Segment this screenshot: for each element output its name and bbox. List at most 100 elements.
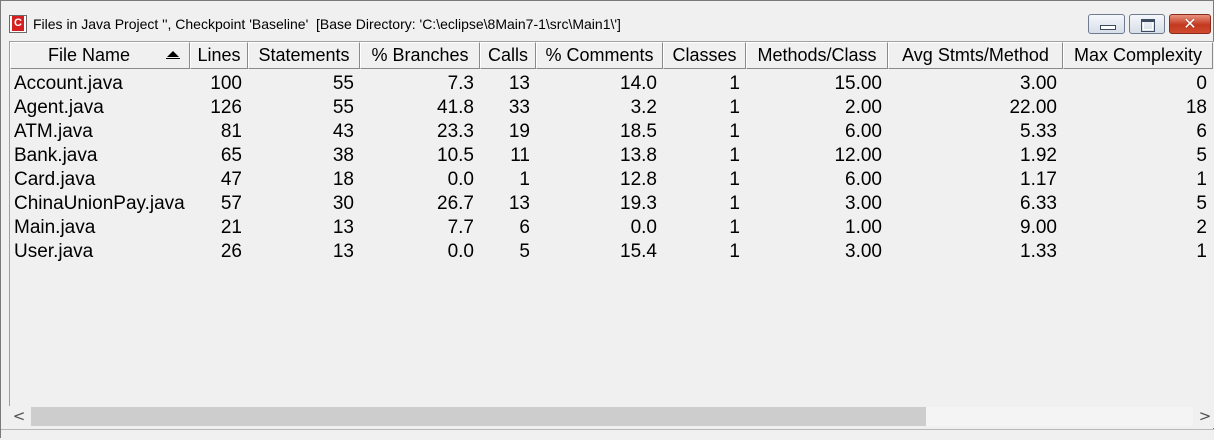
table-cell: 18 [332,169,354,190]
close-icon: ✕ [1183,14,1197,33]
header-comments[interactable]: % Comments [536,42,663,69]
table-cell: 23.3 [437,121,474,142]
table-cell: 6.33 [1020,193,1057,214]
table-cell: 1 [729,193,740,214]
table-cell: 30 [332,193,354,214]
table-cell: 18.5 [620,121,657,142]
table-cell: 21 [220,217,242,238]
table-cell: 3.00 [845,193,882,214]
column-header-label: Lines [197,45,241,65]
table-cell: 33 [508,97,530,118]
header-methods-per-class[interactable]: Methods/Class [746,42,888,69]
file-name-cell[interactable]: User.java [14,240,190,264]
table-cell: 5 [1196,145,1207,166]
minimize-button[interactable] [1088,14,1125,34]
table-cell: 19.3 [620,193,657,214]
table-cell: 13 [332,217,354,238]
table-cell: 5.33 [1020,121,1057,142]
table-cell: 3.00 [845,241,882,262]
column-header-label: Max Complexity [1073,45,1203,65]
table-cell: 18 [1185,97,1207,118]
metrics-table: File Name Lines Statements % Branches Calls%… [9,41,1214,407]
table-cell: 2 [1196,217,1207,238]
file-name-cell[interactable]: ChinaUnionPay.java [14,192,190,216]
table-cell: 9.00 [1020,217,1057,238]
table-cell: 1.17 [1020,169,1057,190]
table-cell: 0 [1196,73,1207,94]
table-cell: 6.00 [845,121,882,142]
table-cell: 19 [508,121,530,142]
column-header-label: % Branches [371,45,469,65]
table-cell: 7.3 [447,73,474,94]
header-classes[interactable]: Classes [663,42,746,69]
maximize-button[interactable] [1129,14,1165,34]
table-cell: 100 [210,73,242,94]
table-cell: 11 [510,145,530,166]
scroll-right-icon[interactable]: > [1195,406,1214,428]
table-cell: 2.00 [845,97,882,118]
table-cell: 22.00 [1009,97,1057,118]
c-icon[interactable]: C [9,15,27,33]
table-cell: 1 [1196,241,1207,262]
file-name-cell[interactable]: Card.java [14,168,190,192]
table-cell: 12.00 [834,145,882,166]
table-cell: 13 [332,241,354,262]
close-button[interactable]: ✕ [1169,14,1211,34]
table-cell: 1 [729,121,740,142]
header-branches[interactable]: % Branches [360,42,480,69]
table-cell: 1 [729,169,740,190]
table-cell: 55 [332,73,354,94]
file-name-cell[interactable]: Agent.java [14,96,190,120]
column-header-label: % Comments [545,45,654,65]
table-cell: 6 [1196,121,1207,142]
title-bar[interactable]: C Files in Java Project '', Checkpoint '… [1,1,1213,37]
file-name-cell[interactable]: Account.java [14,72,190,96]
header-lines[interactable]: Lines [190,42,248,69]
table-cell: 47 [220,169,242,190]
column-header-label: Methods/Class [757,45,877,65]
table-cell: 10.5 [437,145,474,166]
table-cell: 1.92 [1020,145,1057,166]
maximize-icon [1141,19,1155,32]
table-cell: 14.0 [620,73,657,94]
table-cell: 5 [519,241,530,262]
header-statements[interactable]: Statements [248,42,360,69]
file-name-cell[interactable]: Main.java [14,216,190,240]
table-cell: 0.0 [447,241,474,262]
table-cell: 26 [220,241,242,262]
table-cell: 43 [332,121,354,142]
column-header-label: File Name [47,45,131,65]
column-header-label: Classes [672,45,737,65]
table-cell: 13 [508,193,530,214]
column-header-label: Avg Stmts/Method [902,45,1049,65]
header-file-name[interactable]: File Name [10,42,190,69]
table-cell: 26.7 [437,193,474,214]
table-cell: 15.4 [620,241,657,262]
scrollbar-thumb[interactable] [31,407,926,426]
table-cell: 1 [729,145,740,166]
table-cell: 57 [220,193,242,214]
table-cell: 12.8 [620,169,657,190]
column-header-label: Calls [487,45,528,65]
scroll-left-icon[interactable]: < [9,406,29,428]
app-window: C Files in Java Project '', Checkpoint '… [0,0,1214,440]
file-name-cell[interactable]: Bank.java [14,144,190,168]
header-avg-stmts-per-method[interactable]: Avg Stmts/Method [888,42,1063,69]
table-cell: 0.0 [447,169,474,190]
header-calls[interactable]: Calls [480,42,536,69]
status-strip [1,429,1214,440]
header-max-complexity[interactable]: Max Complexity [1063,42,1213,69]
table-cell: 38 [332,145,354,166]
table-cell: 6.00 [845,169,882,190]
horizontal-scrollbar[interactable]: < > [9,406,1214,428]
table-cell: 126 [210,97,242,118]
table-cell: 55 [332,97,354,118]
table-cell: 1 [729,241,740,262]
table-cell: 1.00 [845,217,882,238]
table-cell: 5 [1196,193,1207,214]
table-cell: 3.00 [1020,73,1057,94]
table-cell: 1 [729,217,740,238]
window-title: Files in Java Project '', Checkpoint 'Ba… [33,16,621,32]
file-name-cell[interactable]: ATM.java [14,120,190,144]
table-cell: 6 [519,217,530,238]
